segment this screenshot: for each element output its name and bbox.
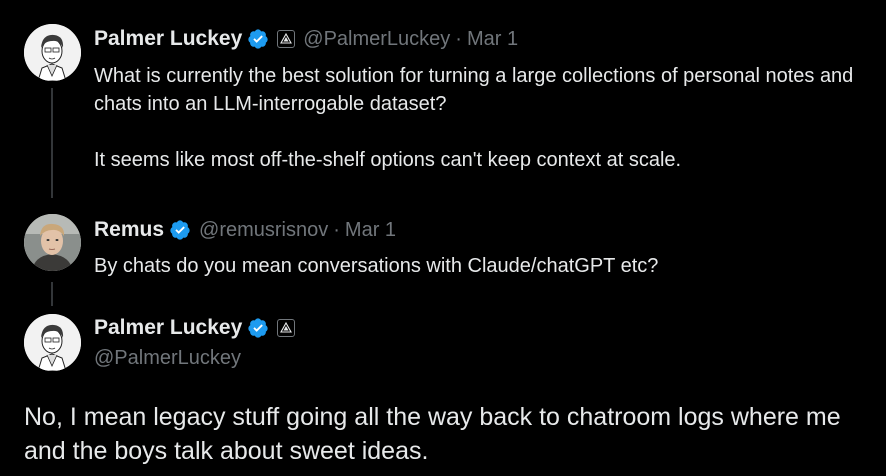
tweet-header: Palmer Luckey: [94, 315, 296, 341]
author-name[interactable]: Palmer Luckey: [94, 27, 242, 51]
anduril-logo-icon[interactable]: [277, 30, 296, 48]
tweet-date[interactable]: Mar 1: [345, 219, 396, 242]
tweet-date[interactable]: Mar 1: [467, 28, 518, 51]
separator-dot: ·: [333, 218, 340, 241]
main-tweet-text: No, I mean legacy stuff going all the wa…: [24, 403, 841, 465]
author-handle[interactable]: @PalmerLuckey: [94, 347, 241, 370]
author-handle[interactable]: @remusrisnov: [199, 219, 328, 242]
tweet-paragraph: It seems like most off-the-shelf options…: [94, 149, 682, 171]
author-name[interactable]: Palmer Luckey: [94, 316, 242, 340]
avatar-remus[interactable]: [24, 214, 81, 271]
tweet-header: Remus @remusrisnov · Mar 1: [94, 217, 396, 243]
thread-connector-line: [51, 88, 53, 198]
verified-badge-icon: [169, 219, 191, 241]
anduril-logo-icon[interactable]: [277, 319, 296, 337]
tweet-text: By chats do you mean conversations with …: [94, 252, 864, 280]
separator-dot: ·: [455, 27, 462, 50]
tweet-text: What is currently the best solution for …: [94, 62, 864, 174]
tweet-paragraph: What is currently the best solution for …: [94, 65, 854, 115]
author-handle[interactable]: @PalmerLuckey: [303, 28, 450, 51]
verified-badge-icon: [247, 28, 269, 50]
avatar-palmer-luckey[interactable]: [24, 314, 81, 371]
author-name[interactable]: Remus: [94, 218, 164, 242]
tweet-header: Palmer Luckey @PalmerLuckey · Mar 1: [94, 26, 518, 52]
verified-badge-icon: [247, 317, 269, 339]
tweet-paragraph: By chats do you mean conversations with …: [94, 255, 659, 277]
thread-connector-line: [51, 282, 53, 306]
avatar-palmer-luckey[interactable]: [24, 24, 81, 81]
